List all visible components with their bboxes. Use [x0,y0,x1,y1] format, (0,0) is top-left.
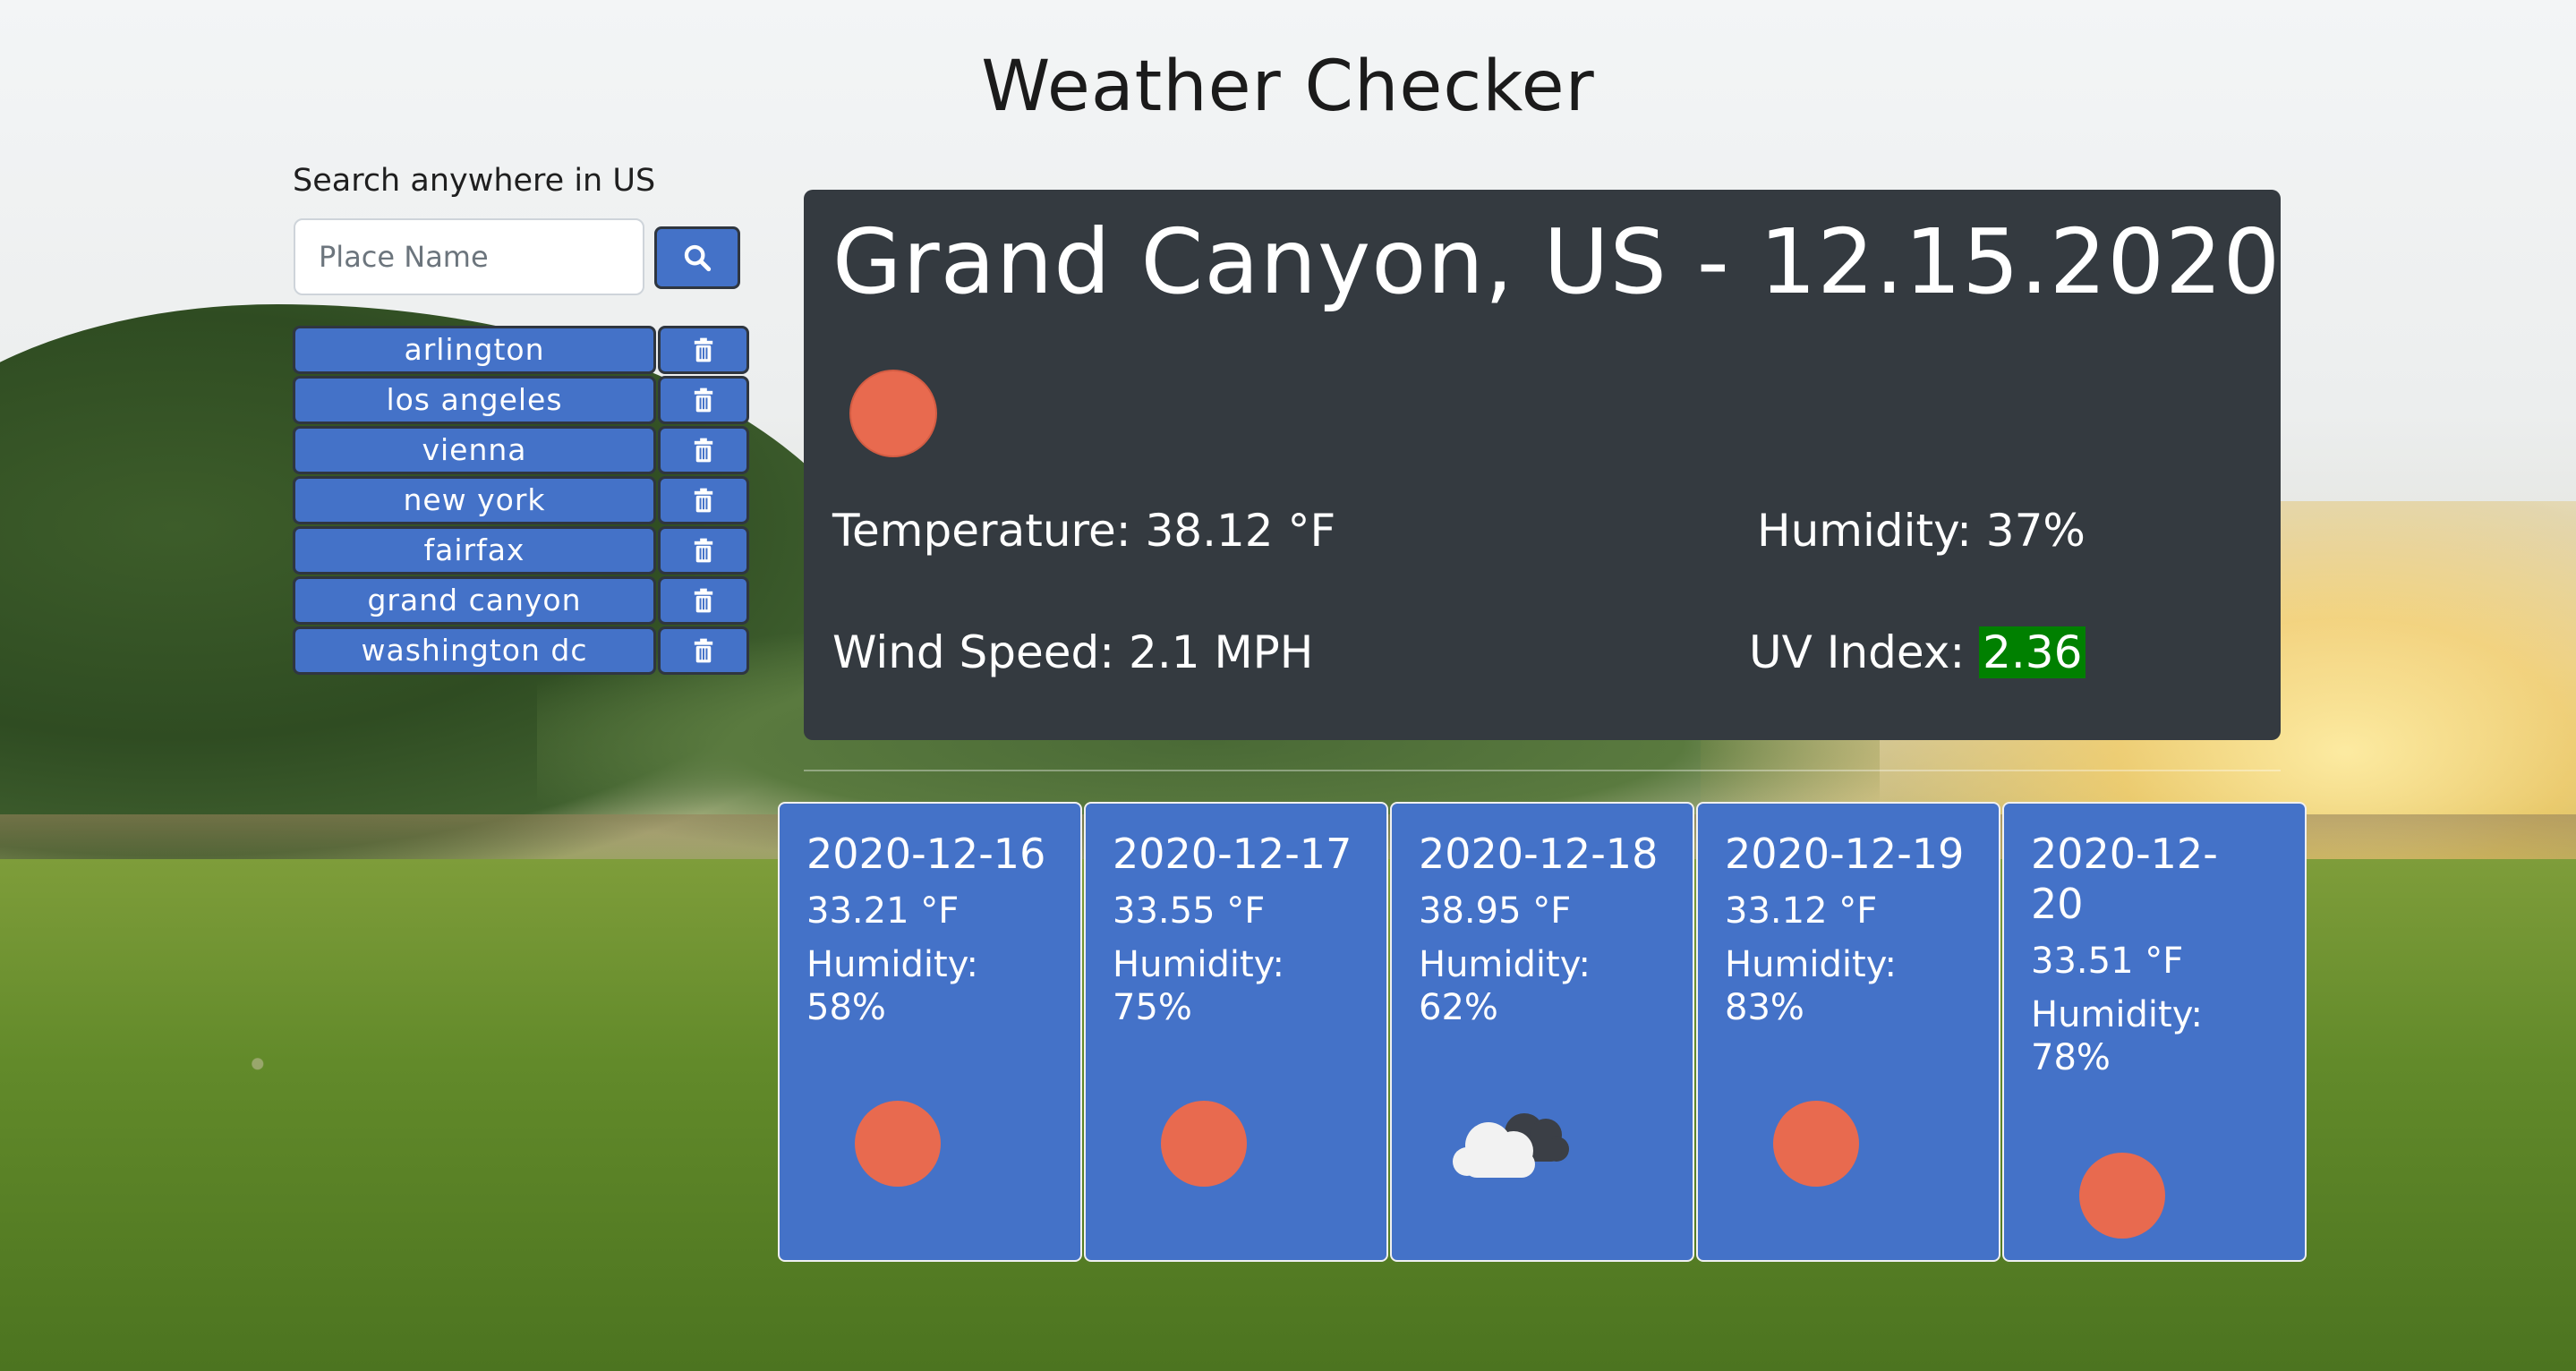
delete-city-button[interactable] [658,576,749,625]
search-input[interactable] [294,218,644,295]
forecast-date: 2020-12-20 [2031,830,2218,928]
forecast-date: 2020-12-18 [1419,830,1659,878]
current-temperature: Temperature: 38.12 °F [832,505,1336,557]
delete-city-button[interactable] [658,476,749,524]
city-button-vienna[interactable]: vienna [293,426,656,474]
forecast-humidity: Humidity: 58% [806,944,978,1028]
cloud-icon [1453,1113,1569,1178]
current-city-date: Grand Canyon, US - 12.15.2020 [832,209,2282,314]
delete-city-button[interactable] [658,426,749,474]
sun-icon [2079,1153,2165,1239]
forecast-date: 2020-12-17 [1113,830,1352,878]
delete-city-button[interactable] [658,626,749,675]
forecast-humidity: Humidity: 62% [1419,944,1591,1028]
forecast-card: 2020-12-20 33.51 °F Humidity: 78% [2002,802,2307,1262]
search-button[interactable] [654,226,740,289]
trash-icon [694,387,713,413]
forecast-date: 2020-12-16 [806,830,1046,878]
forecast-date: 2020-12-19 [1725,830,1965,878]
forecast-humidity: Humidity: 75% [1113,944,1284,1028]
current-humidity: Humidity: 37% [1757,505,2086,557]
forecast-temp: 38.95 °F [1419,890,1572,932]
trash-icon [694,488,713,513]
trash-icon [694,337,713,362]
forecast-temp: 33.51 °F [2031,941,2184,982]
trash-icon [694,638,713,663]
search-label: Search anywhere in US [293,163,656,199]
trash-icon [694,588,713,613]
forecast-temp: 33.21 °F [806,890,960,932]
city-button-arlington[interactable]: arlington [293,326,656,374]
city-button-grand-canyon[interactable]: grand canyon [293,576,656,625]
delete-city-button[interactable] [658,326,749,374]
forecast-temp: 33.12 °F [1725,890,1878,932]
city-button-fairfax[interactable]: fairfax [293,526,656,575]
city-button-washington-dc[interactable]: washington dc [293,626,656,675]
delete-city-button[interactable] [658,376,749,424]
search-icon [684,244,712,272]
sun-icon [855,1101,941,1187]
current-uv-index: UV Index: 2.36 [1749,626,2086,678]
page-title: Weather Checker [981,47,1595,127]
delete-city-button[interactable] [658,526,749,575]
uv-index-label: UV Index: [1749,626,1980,678]
forecast-temp: 33.55 °F [1113,890,1266,932]
trash-icon [694,438,713,463]
uv-index-value: 2.36 [1979,626,2086,678]
forecast-card: 2020-12-18 38.95 °F Humidity: 62% [1390,802,1694,1262]
forecast-card: 2020-12-19 33.12 °F Humidity: 83% [1696,802,2000,1262]
sun-icon [1161,1101,1247,1187]
sun-icon [1773,1101,1859,1187]
city-button-new-york[interactable]: new york [293,476,656,524]
forecast-card: 2020-12-16 33.21 °F Humidity: 58% [778,802,1082,1262]
forecast-humidity: Humidity: 78% [2031,994,2203,1078]
trash-icon [694,538,713,563]
forecast-humidity: Humidity: 83% [1725,944,1897,1028]
divider [804,770,2281,771]
forecast-card: 2020-12-17 33.55 °F Humidity: 75% [1084,802,1388,1262]
current-wind-speed: Wind Speed: 2.1 MPH [832,626,1314,678]
current-weather-panel: Grand Canyon, US - 12.15.2020 Temperatur… [804,190,2281,740]
sun-icon [849,370,937,457]
city-button-los-angeles[interactable]: los angeles [293,376,656,424]
